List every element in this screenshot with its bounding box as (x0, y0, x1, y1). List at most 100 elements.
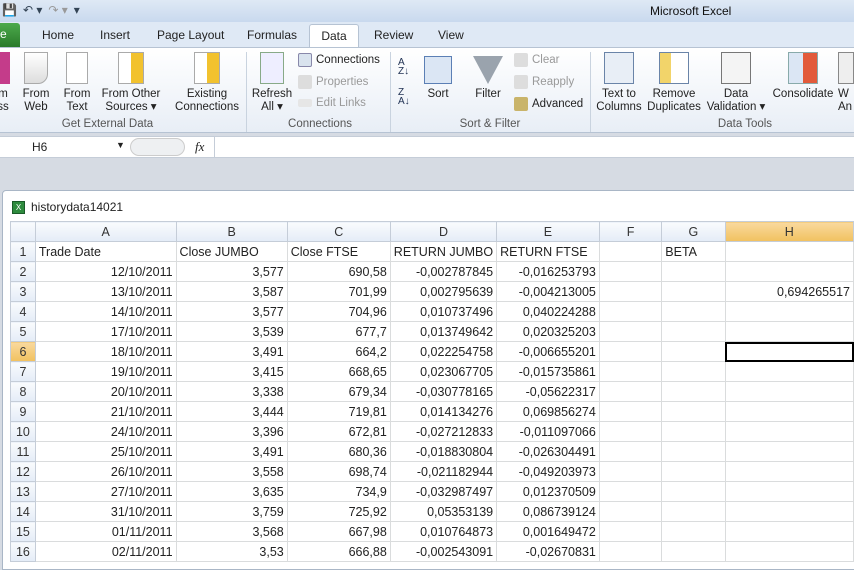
column-header-e[interactable]: E (496, 221, 600, 242)
tab-home[interactable]: Home (42, 26, 74, 47)
cell-f10[interactable] (598, 421, 663, 442)
cell-f6[interactable] (598, 341, 663, 362)
save-icon[interactable]: 💾 (2, 3, 17, 17)
tab-review[interactable]: Review (374, 26, 413, 47)
cell-b4[interactable]: 3,577 (175, 301, 288, 322)
cell-b14[interactable]: 3,759 (175, 501, 288, 522)
cell-a14[interactable]: 31/10/2011 (34, 501, 177, 522)
insert-function-button[interactable]: fx (195, 139, 204, 155)
cell-b15[interactable]: 3,568 (175, 521, 288, 542)
cell-c12[interactable]: 698,74 (286, 461, 391, 482)
cell-h8[interactable] (724, 381, 854, 402)
cell-c4[interactable]: 704,96 (286, 301, 391, 322)
cell-e6[interactable]: -0,006655201 (496, 341, 600, 362)
cell-h5[interactable] (724, 321, 854, 342)
cell-b9[interactable]: 3,444 (175, 401, 288, 422)
cell-g7[interactable] (661, 361, 726, 382)
row-header[interactable]: 13 (10, 481, 36, 502)
cell-b8[interactable]: 3,338 (175, 381, 288, 402)
formula-input[interactable] (214, 137, 854, 157)
cell-b10[interactable]: 3,396 (175, 421, 288, 442)
clear-filter-button[interactable]: Clear (514, 53, 559, 67)
column-header-b[interactable]: B (175, 221, 288, 242)
cell-h1[interactable] (724, 241, 854, 262)
cell-f15[interactable] (598, 521, 663, 542)
cell-e8[interactable]: -0,05622317 (496, 381, 600, 402)
cell-d9[interactable]: 0,014134276 (389, 401, 498, 422)
name-box[interactable]: H6 ▼ (0, 137, 126, 157)
from-access-button[interactable]: m ss (0, 52, 12, 114)
row-header[interactable]: 10 (10, 421, 36, 442)
redo-icon[interactable]: ↷ ▾ (48, 3, 67, 17)
row-header[interactable]: 12 (10, 461, 36, 482)
cell-e9[interactable]: 0,069856274 (496, 401, 600, 422)
cell-d7[interactable]: 0,023067705 (389, 361, 498, 382)
cell-g2[interactable] (661, 261, 726, 282)
cell-a16[interactable]: 02/11/2011 (34, 541, 177, 562)
cell-e14[interactable]: 0,086739124 (496, 501, 600, 522)
cell-d13[interactable]: -0,032987497 (389, 481, 498, 502)
cell-d2[interactable]: -0,002787845 (389, 261, 498, 282)
cell-c3[interactable]: 701,99 (286, 281, 391, 302)
cell-g9[interactable] (661, 401, 726, 422)
cell-d8[interactable]: -0,030778165 (389, 381, 498, 402)
cell-e5[interactable]: 0,020325203 (496, 321, 600, 342)
cell-a15[interactable]: 01/11/2011 (34, 521, 177, 542)
undo-icon[interactable]: ↶ ▾ (23, 3, 42, 17)
cell-a13[interactable]: 27/10/2011 (34, 481, 177, 502)
consolidate-button[interactable]: Consolidate (770, 52, 836, 101)
cell-c11[interactable]: 680,36 (286, 441, 391, 462)
cell-a4[interactable]: 14/10/2011 (34, 301, 177, 322)
cell-g4[interactable] (661, 301, 726, 322)
cell-h11[interactable] (724, 441, 854, 462)
cell-e15[interactable]: 0,001649472 (496, 521, 600, 542)
cell-a7[interactable]: 19/10/2011 (34, 361, 177, 382)
cell-b12[interactable]: 3,558 (175, 461, 288, 482)
customize-qat-icon[interactable]: ▾ (74, 3, 80, 17)
cell-h4[interactable] (724, 301, 854, 322)
cell-c1[interactable]: Close FTSE (286, 241, 391, 262)
cell-b13[interactable]: 3,635 (175, 481, 288, 502)
tab-page-layout[interactable]: Page Layout (157, 26, 224, 47)
cell-d11[interactable]: -0,018830804 (389, 441, 498, 462)
refresh-all-button[interactable]: Refresh All ▾ (250, 52, 294, 114)
cell-f2[interactable] (598, 261, 663, 282)
filter-button[interactable]: Filter (470, 56, 506, 101)
what-if-analysis-button[interactable]: W An (838, 52, 854, 114)
cell-c16[interactable]: 666,88 (286, 541, 391, 562)
cell-f14[interactable] (598, 501, 663, 522)
row-header[interactable]: 7 (10, 361, 36, 382)
text-to-columns-button[interactable]: Text to Columns (594, 52, 644, 114)
cell-h13[interactable] (724, 481, 854, 502)
cell-h15[interactable] (724, 521, 854, 542)
cell-c6[interactable]: 664,2 (286, 341, 391, 362)
column-header-g[interactable]: G (661, 221, 726, 242)
cell-h12[interactable] (724, 461, 854, 482)
cell-b7[interactable]: 3,415 (175, 361, 288, 382)
cell-h16[interactable] (724, 541, 854, 562)
cell-f12[interactable] (598, 461, 663, 482)
cell-g8[interactable] (661, 381, 726, 402)
spreadsheet-grid[interactable]: ABCDEFGH 1 Trade Date Close JUMBO Close FTS… (10, 221, 854, 562)
row-header[interactable]: 2 (10, 261, 36, 282)
cell-a8[interactable]: 20/10/2011 (34, 381, 177, 402)
cell-f9[interactable] (598, 401, 663, 422)
data-validation-button[interactable]: Data Validation ▾ (704, 52, 768, 114)
from-text-button[interactable]: From Text (60, 52, 94, 114)
cell-e3[interactable]: -0,004213005 (496, 281, 600, 302)
cell-e11[interactable]: -0,026304491 (496, 441, 600, 462)
row-header[interactable]: 1 (10, 241, 36, 262)
cell-b1[interactable]: Close JUMBO (175, 241, 288, 262)
cell-h3[interactable]: 0,694265517 (724, 281, 854, 302)
column-header-f[interactable]: F (598, 221, 663, 242)
cell-b11[interactable]: 3,491 (175, 441, 288, 462)
cell-d16[interactable]: -0,002543091 (389, 541, 498, 562)
column-header-a[interactable]: A (34, 221, 177, 242)
cell-f4[interactable] (598, 301, 663, 322)
cell-c9[interactable]: 719,81 (286, 401, 391, 422)
cell-a6[interactable]: 18/10/2011 (34, 341, 177, 362)
cell-b2[interactable]: 3,577 (175, 261, 288, 282)
cell-b6[interactable]: 3,491 (175, 341, 288, 362)
cell-d14[interactable]: 0,05353139 (389, 501, 498, 522)
column-header-c[interactable]: C (286, 221, 391, 242)
